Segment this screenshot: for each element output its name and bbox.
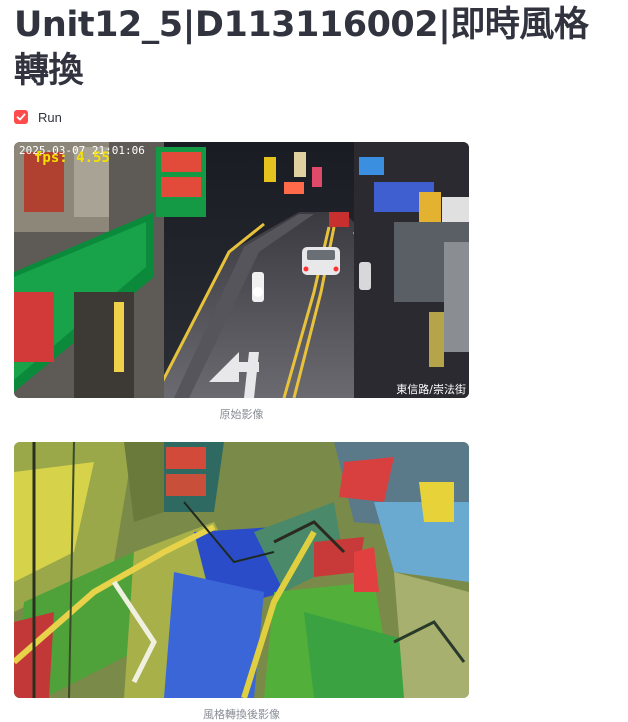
styled-video-frame xyxy=(14,442,469,698)
fps-overlay: fps: 4.55 xyxy=(34,150,110,166)
original-caption: 原始影像 xyxy=(219,408,264,421)
page-title: Unit12_5|D113116002|即時風格轉換 xyxy=(14,5,589,91)
checkbox-checked-icon[interactable] xyxy=(14,110,28,124)
run-label: Run xyxy=(38,109,62,125)
run-checkbox[interactable]: Run xyxy=(14,108,62,126)
original-video-frame: 2025-03-07 21:01:06 fps: 4.55 東信路/崇法街 xyxy=(14,142,469,398)
location-overlay: 東信路/崇法街 xyxy=(396,382,466,396)
